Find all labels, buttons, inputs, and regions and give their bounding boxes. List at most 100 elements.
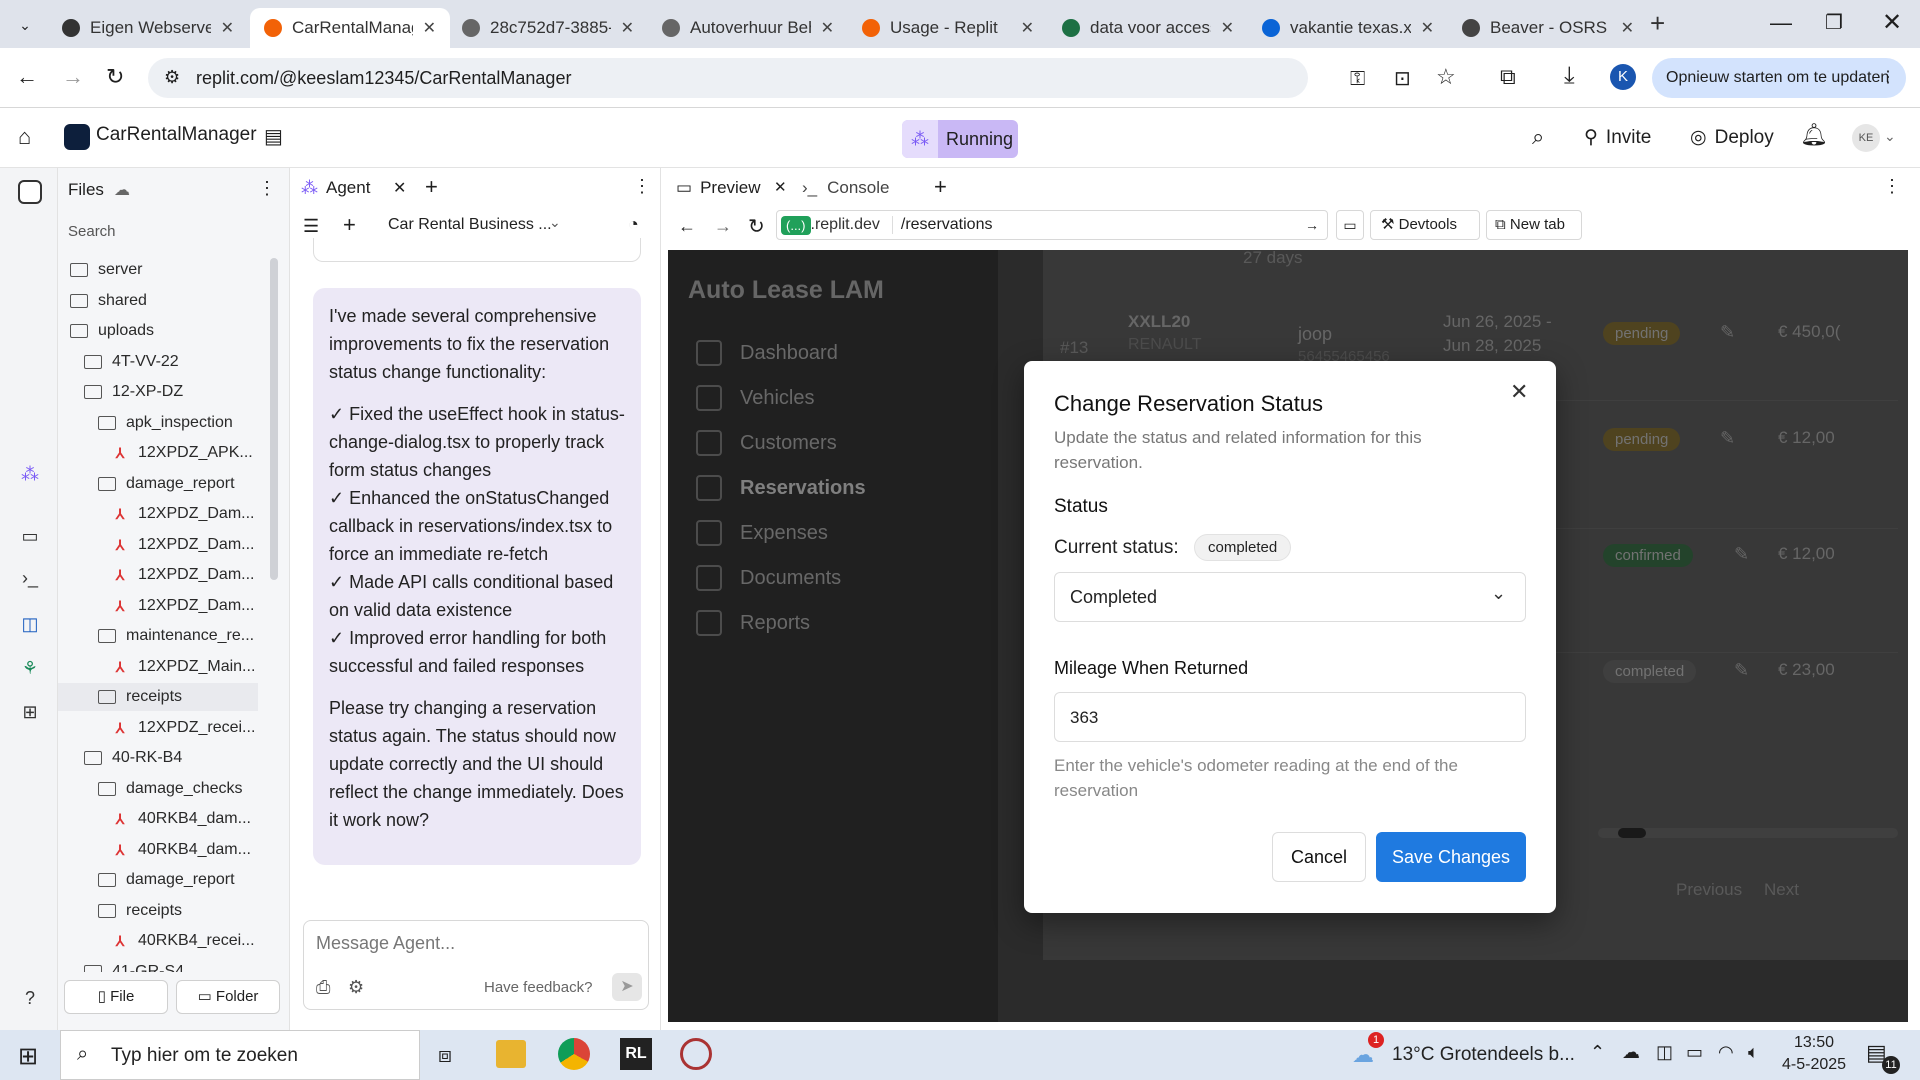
agent-message-input[interactable]: Message Agent... [316,933,455,954]
search-icon[interactable]: ⌕ [1532,124,1544,150]
close-agent-tab-icon[interactable]: ✕ [393,178,406,198]
deploy-button[interactable]: ◎ Deploy [1690,126,1774,149]
tab-preview[interactable]: ▭ Preview [676,178,761,198]
folder-item[interactable]: damage_report [58,866,235,894]
extensions-icon[interactable]: ⧉ [1500,64,1516,90]
agent-input-box[interactable]: Message Agent... ⎙ ⚙ Have feedback? ➤ [303,920,649,1010]
close-tab-icon[interactable]: ✕ [1621,18,1634,38]
folder-item[interactable]: receipts [58,897,182,925]
tray-chevron-icon[interactable]: ⌃ [1590,1042,1605,1063]
database-tool-icon[interactable]: ◫ [18,614,42,638]
folder-item[interactable]: 40-RK-B4 [58,744,182,772]
preview-url-bar[interactable]: (...) .replit.dev /reservations → [776,210,1328,240]
preview-back-icon[interactable]: ← [678,216,696,237]
install-app-icon[interactable]: ⊡ [1394,66,1411,91]
close-tab-icon[interactable]: ✕ [1021,18,1034,38]
browser-tab[interactable]: Usage - Replit ✕ [848,8,1048,48]
attach-icon[interactable]: ⎙ [316,977,330,998]
clock-date[interactable]: 4-5-2025 [1782,1056,1846,1074]
file-item[interactable]: ⅄ 12XPDZ_Dam... [58,561,255,589]
preview-tool-icon[interactable]: ▭ [18,526,42,550]
folder-item[interactable]: shared [58,287,147,315]
file-item[interactable]: ⅄ 12XPDZ_Dam... [58,592,255,620]
new-tab-button[interactable]: ⧉ New tab [1486,210,1582,240]
cancel-button[interactable]: Cancel [1272,832,1366,882]
folder-item[interactable]: 41-GR-S4 [58,958,184,972]
folder-item[interactable]: uploads [58,317,154,345]
browser-tab[interactable]: data voor access ✕ [1048,8,1248,48]
volume-icon[interactable]: 🔈︎ [1748,1042,1759,1063]
folder-item[interactable]: server [58,256,142,284]
folder-item[interactable]: receipts [58,683,258,711]
agent-tool-icon[interactable]: ⁂ [18,464,42,488]
workspace-menu-icon[interactable]: ▤ [264,124,283,149]
folder-item[interactable]: 4T-VV-22 [58,348,179,376]
runelite-icon[interactable]: RL [620,1038,652,1070]
folder-item[interactable]: damage_report [58,470,235,498]
file-item[interactable]: ⅄ 40RKB4_dam... [58,836,251,864]
close-tab-icon[interactable]: ✕ [1421,18,1434,38]
preview-path[interactable]: /reservations [891,216,1305,234]
add-preview-tab-icon[interactable]: + [934,174,947,200]
chat-title-chevron-icon[interactable]: ⌄ [549,214,561,231]
windows-start-icon[interactable]: ⊞ [18,1042,38,1071]
chrome-icon[interactable] [558,1038,590,1070]
file-item[interactable]: ⅄ 12XPDZ_APK... [58,439,253,467]
tab-agent[interactable]: ⁂ Agent [301,178,370,198]
close-tab-icon[interactable]: ✕ [423,18,436,38]
folder-item[interactable]: 12-XP-DZ [58,378,183,406]
browser-tab[interactable]: Eigen Webserver ✕ [48,8,248,48]
file-item[interactable]: ⅄ 12XPDZ_Main... [58,653,256,681]
agent-menu-icon[interactable]: ⋮ [633,176,651,197]
close-icon[interactable]: ✕ [1510,379,1528,405]
files-tool-icon[interactable] [18,180,42,204]
preview-forward-icon[interactable]: → [714,216,732,237]
file-tree-scrollbar[interactable] [270,258,278,580]
file-item[interactable]: ⅄ 40RKB4_recei... [58,927,255,955]
weather-text[interactable]: 13°C Grotendeels b... [1392,1044,1575,1066]
user-avatar[interactable]: KE [1852,124,1880,152]
taskbar-search[interactable]: ⌕ Typ hier om te zoeken [60,1030,420,1080]
chevron-down-icon[interactable]: ⌄ [1491,583,1506,604]
browser-tab[interactable]: Autoverhuur Beh ✕ [648,8,848,48]
back-icon[interactable]: ← [16,64,38,90]
invite-button[interactable]: ⚲ Invite [1584,126,1651,149]
app-launcher-icon[interactable] [680,1038,712,1070]
run-status-button[interactable]: ⁂ Running [902,120,1018,158]
reload-icon[interactable]: ↻ [106,64,124,90]
folder-item[interactable]: apk_inspection [58,409,233,437]
folder-item[interactable]: maintenance_re... [58,622,254,650]
status-select[interactable]: Completed ⌄ [1054,572,1526,622]
speedometer-icon[interactable]: ◔ [628,214,639,235]
clock-time[interactable]: 13:50 [1794,1034,1834,1052]
tab-search-icon[interactable]: ⌄ [12,12,38,38]
file-item[interactable]: ⅄ 12XPDZ_recei... [58,714,256,742]
files-search-input[interactable]: Search [60,216,264,248]
download-icon[interactable]: ⤓ [1564,62,1575,90]
close-window-icon[interactable]: ✕ [1882,8,1902,37]
file-item[interactable]: ⅄ 12XPDZ_Dam... [58,531,255,559]
new-file-button[interactable]: ▯ File [64,980,168,1014]
bookmark-star-icon[interactable]: ☆ [1436,64,1456,90]
go-arrow-icon[interactable]: → [1305,217,1319,233]
new-folder-button[interactable]: ▭ Folder [176,980,280,1014]
address-bar[interactable]: ⚙ replit.com/@keeslam12345/CarRentalMana… [148,58,1308,98]
mileage-input[interactable]: 363 [1054,692,1526,742]
help-icon[interactable]: ? [18,988,42,1012]
forward-icon[interactable]: → [62,64,84,90]
chevron-down-icon[interactable]: ⌄ [1884,128,1896,145]
site-info-icon[interactable]: ⚙ [164,67,180,88]
new-chat-icon[interactable]: + [343,212,356,238]
browser-tab[interactable]: 28c752d7-3885- ✕ [448,8,648,48]
console-tool-icon[interactable]: ›_ [18,568,42,592]
save-changes-button[interactable]: Save Changes [1376,832,1526,882]
close-tab-icon[interactable]: ✕ [221,18,234,38]
chat-list-icon[interactable]: ☰ [303,216,319,237]
tab-console[interactable]: ›_ Console [802,178,890,198]
devtools-button[interactable]: ⚒ Devtools [1370,210,1480,240]
settings-icon[interactable]: ⚙ [348,977,364,998]
onedrive-icon[interactable]: ☁ [1622,1042,1640,1063]
secrets-tool-icon[interactable]: ⚘ [18,658,42,682]
file-explorer-icon[interactable] [496,1040,526,1068]
password-key-icon[interactable]: ⚿ [1350,68,1365,91]
